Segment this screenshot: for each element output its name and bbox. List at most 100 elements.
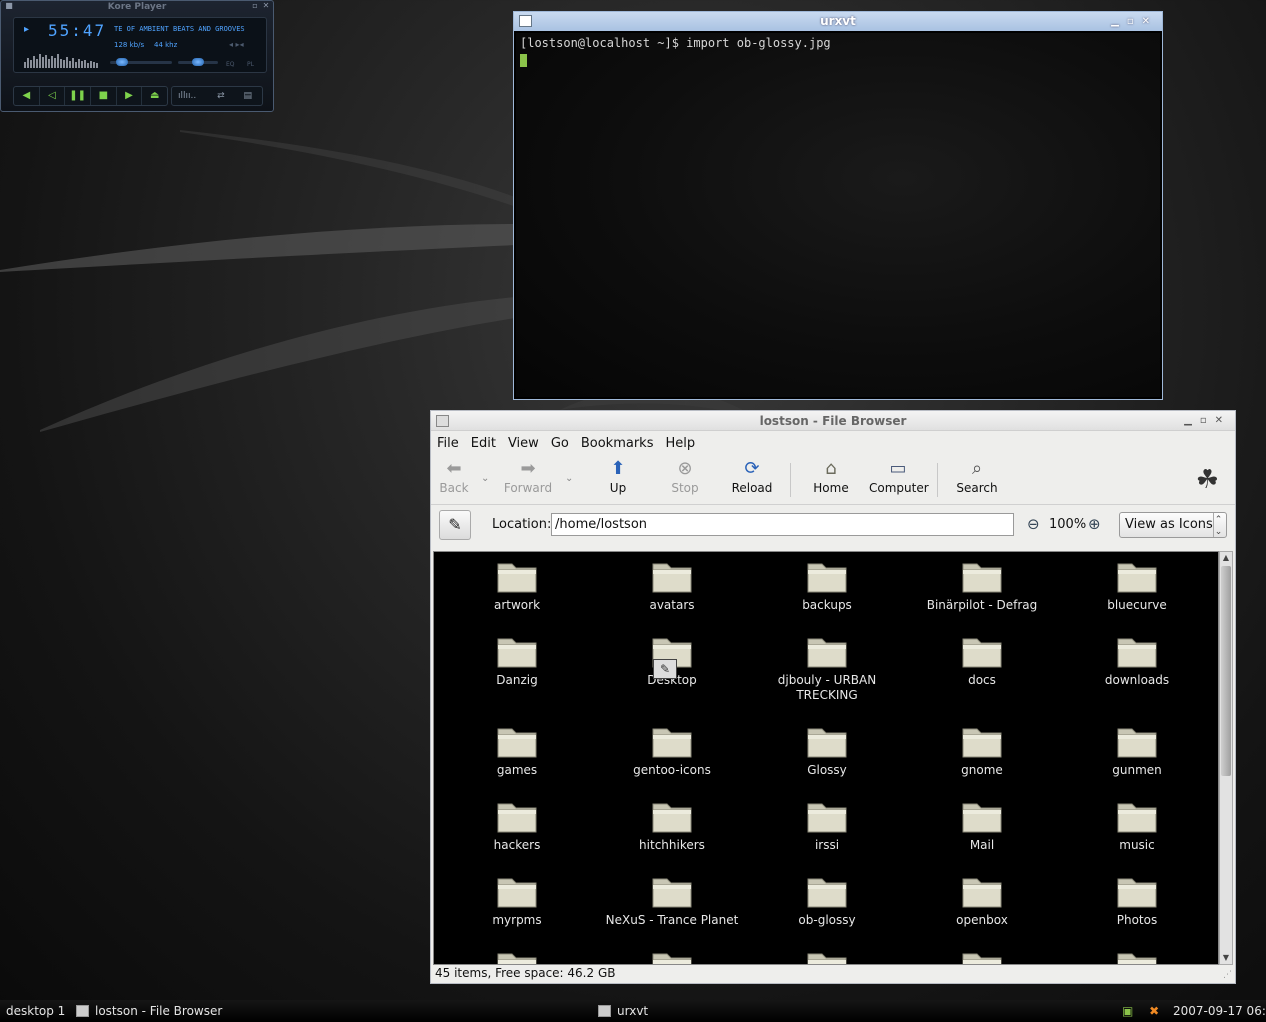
folder-item[interactable]: backups <box>752 558 902 613</box>
folder-item[interactable]: Binärpilot - Defrag <box>907 558 1057 613</box>
task-urxvt[interactable]: urxvt <box>598 1000 648 1022</box>
icon-view[interactable]: artwork avatars backups Binärpilot - Defrag… <box>433 551 1219 965</box>
home-button[interactable]: ⌂ Home <box>813 459 849 496</box>
folder-item[interactable]: Glossy <box>752 723 902 778</box>
search-button[interactable]: ⌕ Search <box>956 459 998 496</box>
folder-item[interactable]: games <box>442 723 592 778</box>
folder-item[interactable]: irssi <box>752 798 902 853</box>
folder-item-partial[interactable] <box>442 948 592 964</box>
previous-icon[interactable]: ◀ <box>14 87 40 105</box>
folder-item[interactable]: downloads <box>1062 633 1212 688</box>
folder-item[interactable]: myrpms <box>442 873 592 928</box>
stop-button[interactable]: ⊗ Stop <box>669 459 701 496</box>
zoom-out-icon[interactable]: ⊖ <box>1027 515 1040 533</box>
folder-item-partial[interactable] <box>1062 948 1212 964</box>
terminal-output[interactable]: [lostson@localhost ~]$ import ob-glossy.… <box>516 33 1160 397</box>
folder-item[interactable]: music <box>1062 798 1212 853</box>
close-icon[interactable]: ✕ <box>1215 415 1231 426</box>
computer-button[interactable]: ▭ Computer <box>869 459 929 496</box>
repeat-icon[interactable]: ⇄ <box>217 91 225 101</box>
file-browser-titlebar[interactable]: lostson - File Browser ▁▫✕ <box>431 411 1235 431</box>
stop-icon[interactable]: ■ <box>91 87 117 105</box>
location-input[interactable] <box>551 513 1014 536</box>
window-menu-icon[interactable] <box>519 15 532 27</box>
vertical-scrollbar[interactable]: ▲ ▼ <box>1219 551 1233 965</box>
folder-item-partial[interactable] <box>752 948 902 964</box>
folder-item[interactable]: Mail <box>907 798 1057 853</box>
folder-item[interactable]: Photos <box>1062 873 1212 928</box>
player-bitrate: 128 kb/s <box>114 41 145 49</box>
folder-icon <box>1117 878 1157 908</box>
scroll-down-icon[interactable]: ▼ <box>1220 952 1232 964</box>
zoom-level[interactable]: 100% <box>1049 517 1086 532</box>
location-bar: ✎ Location: ⊖ 100% ⊕ View as Icons ⌃⌄ <box>431 505 1235 547</box>
folder-item[interactable]: djbouly - URBAN TRECKING <box>752 633 902 703</box>
network-icon[interactable]: ▣ <box>1122 1004 1133 1018</box>
tools-icon[interactable]: ✖ <box>1149 1004 1159 1018</box>
resize-grip-icon[interactable]: ⋰ <box>1223 970 1232 980</box>
shuffle-icon[interactable]: ıllıı.. <box>178 91 196 101</box>
close-icon[interactable]: ✕ <box>1142 16 1158 27</box>
desktop-switcher[interactable]: desktop 1 <box>6 1000 65 1022</box>
menu-view[interactable]: View <box>508 436 539 451</box>
next-icon[interactable]: ▶ <box>117 87 143 105</box>
scroll-up-icon[interactable]: ▲ <box>1220 552 1232 564</box>
folder-item[interactable]: NeXuS - Trance Planet <box>597 873 747 928</box>
folder-item-partial[interactable] <box>597 948 747 964</box>
folder-item[interactable]: artwork <box>442 558 592 613</box>
up-button[interactable]: ⬆ Up <box>603 459 633 496</box>
folder-item[interactable]: Danzig <box>442 633 592 688</box>
folder-item[interactable]: gentoo-icons <box>597 723 747 778</box>
folder-item[interactable]: avatars <box>597 558 747 613</box>
folder-icon <box>497 803 537 833</box>
back-history-chevron-icon[interactable]: ⌄ <box>481 473 489 484</box>
rewind-icon[interactable]: ◁ <box>40 87 66 105</box>
volume-knob[interactable] <box>116 58 128 66</box>
back-button[interactable]: ⬅ Back <box>439 459 469 496</box>
folder-item[interactable]: bluecurve <box>1062 558 1212 613</box>
terminal-prompt-line: [lostson@localhost ~]$ import ob-glossy.… <box>520 36 831 50</box>
minimize-icon[interactable]: ▁ <box>1111 16 1127 27</box>
player-minimize-icon[interactable]: ▫ <box>251 2 259 10</box>
playlist-toggle[interactable]: PL <box>247 61 254 68</box>
menu-bookmarks[interactable]: Bookmarks <box>581 436 654 451</box>
pause-icon[interactable]: ❚❚ <box>65 87 92 105</box>
folder-item[interactable]: docs <box>907 633 1057 688</box>
folder-item[interactable]: hitchhikers <box>597 798 747 853</box>
eject-icon[interactable]: ⏏ <box>142 87 167 105</box>
maximize-icon[interactable]: ▫ <box>1127 16 1142 27</box>
task-file-browser[interactable]: lostson - File Browser <box>76 1000 222 1022</box>
view-mode-select[interactable]: View as Icons ⌃ ⌄ <box>1119 512 1227 538</box>
menu-edit[interactable]: Edit <box>471 436 496 451</box>
minimize-icon[interactable]: ▁ <box>1184 415 1200 426</box>
eq-toggle[interactable]: EQ <box>226 61 235 68</box>
folder-icon <box>1117 563 1157 593</box>
folder-item[interactable]: gnome <box>907 723 1057 778</box>
balance-knob[interactable] <box>192 58 204 66</box>
player-close-icon[interactable]: ✕ <box>262 2 270 10</box>
folder-label: downloads <box>1104 673 1170 687</box>
playlist-icon[interactable]: ▤ <box>244 91 253 101</box>
folder-item[interactable]: ob-glossy <box>752 873 902 928</box>
maximize-icon[interactable]: ▫ <box>1200 415 1215 426</box>
location-toggle-button[interactable]: ✎ <box>439 510 471 540</box>
forward-button[interactable]: ➡ Forward <box>503 459 553 496</box>
folder-icon <box>962 563 1002 593</box>
menu-help[interactable]: Help <box>665 436 695 451</box>
window-menu-icon[interactable] <box>436 415 449 427</box>
forward-history-chevron-icon[interactable]: ⌄ <box>565 473 573 484</box>
folder-item[interactable]: hackers <box>442 798 592 853</box>
folder-item[interactable]: openbox <box>907 873 1057 928</box>
folder-item[interactable]: gunmen <box>1062 723 1212 778</box>
zoom-in-icon[interactable]: ⊕ <box>1088 515 1101 533</box>
folder-item-partial[interactable] <box>907 948 1057 964</box>
toolbar-separator <box>937 463 938 497</box>
scrollbar-thumb[interactable] <box>1221 566 1231 776</box>
folder-item[interactable]: ✎ Desktop <box>597 633 747 688</box>
reload-button[interactable]: ⟳ Reload <box>731 459 773 496</box>
menu-file[interactable]: File <box>437 436 459 451</box>
menu-go[interactable]: Go <box>551 436 569 451</box>
clock[interactable]: 2007-09-17 06:4 <box>1173 1000 1266 1022</box>
player-menu-icon[interactable]: ■ <box>5 2 13 10</box>
terminal-titlebar[interactable]: urxvt ▁▫✕ <box>514 12 1162 31</box>
